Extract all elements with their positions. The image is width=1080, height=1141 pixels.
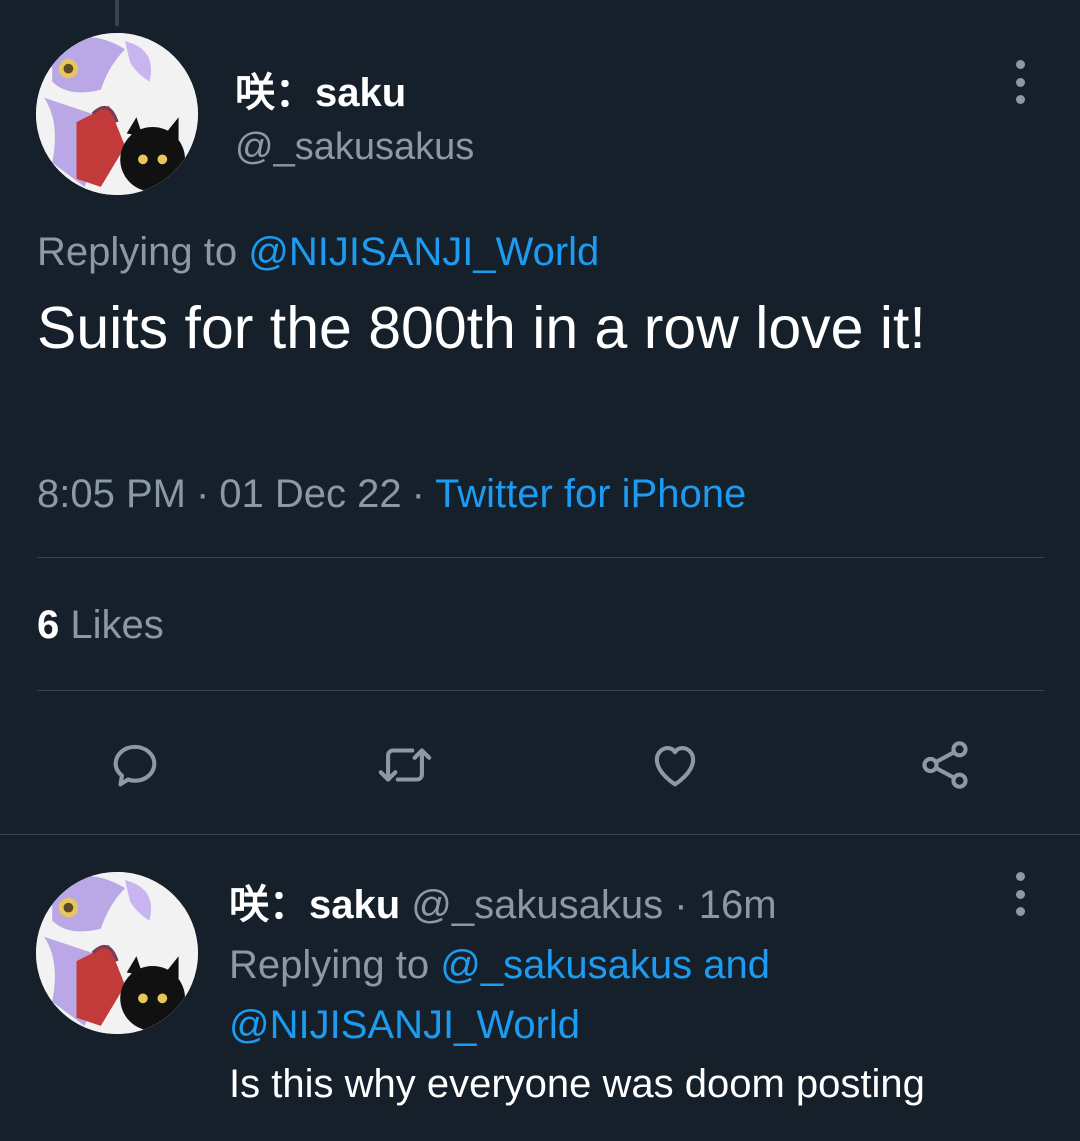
dot bbox=[1015, 907, 1025, 916]
tweet-meta: 8:05 PM · 01 Dec 22 · Twitter for iPhone bbox=[37, 472, 746, 517]
tweet-source-link[interactable]: Twitter for iPhone bbox=[435, 472, 746, 516]
replying-handle-link[interactable]: @NIJISANJI_World bbox=[248, 230, 599, 274]
likes-label: Likes bbox=[70, 603, 164, 647]
reply-avatar[interactable] bbox=[36, 872, 198, 1034]
replying-and: and bbox=[703, 943, 770, 987]
divider bbox=[37, 557, 1044, 558]
reply-handle[interactable]: @_sakusakus bbox=[411, 883, 663, 927]
reply-replying-to: Replying to @_sakusakus and @NIJISANJI_W… bbox=[229, 935, 989, 1055]
replying-handle-link[interactable]: @_sakusakus bbox=[440, 943, 692, 987]
likes-count[interactable]: 6 Likes bbox=[37, 603, 164, 648]
dot bbox=[1015, 95, 1025, 104]
reply-more-options-icon[interactable] bbox=[1010, 872, 1030, 916]
share-button[interactable] bbox=[915, 735, 975, 795]
separator: · bbox=[411, 472, 425, 516]
share-icon bbox=[922, 741, 968, 789]
dot bbox=[1015, 60, 1025, 69]
user-handle[interactable]: @_sakusakus bbox=[235, 126, 474, 169]
dot bbox=[1015, 77, 1025, 87]
replying-prefix: Replying to bbox=[37, 230, 238, 274]
replying-handle-link[interactable]: @NIJISANJI_World bbox=[229, 1003, 580, 1047]
thread-line bbox=[115, 0, 119, 26]
replying-prefix: Replying to bbox=[229, 943, 430, 987]
reply-header: 咲：saku @_sakusakus · 16m bbox=[229, 872, 777, 930]
tweet-text: Suits for the 800th in a row love it! bbox=[37, 295, 926, 361]
reply-button[interactable] bbox=[105, 735, 165, 795]
heart-icon bbox=[654, 746, 696, 787]
separator: · bbox=[674, 883, 688, 927]
reply-time[interactable]: 16m bbox=[699, 883, 777, 927]
dot bbox=[1015, 872, 1025, 881]
replying-to: Replying to @NIJISANJI_World bbox=[37, 230, 599, 275]
separator: · bbox=[195, 472, 210, 516]
reply-display-name[interactable]: 咲：saku bbox=[229, 883, 400, 927]
more-options-icon[interactable] bbox=[1010, 60, 1030, 104]
avatar[interactable] bbox=[36, 33, 198, 195]
likes-number: 6 bbox=[37, 603, 60, 647]
divider bbox=[37, 690, 1044, 691]
retweet-icon bbox=[378, 748, 432, 782]
tweet-time[interactable]: 8:05 PM bbox=[37, 472, 186, 516]
dot bbox=[1015, 889, 1025, 899]
display-name[interactable]: 咲：saku bbox=[235, 60, 406, 118]
like-button[interactable] bbox=[645, 735, 705, 795]
retweet-button[interactable] bbox=[375, 735, 435, 795]
avatar-image bbox=[36, 872, 198, 1034]
avatar-image bbox=[36, 33, 198, 195]
reply-icon bbox=[113, 744, 157, 787]
reply-text: Is this why everyone was doom posting bbox=[229, 1062, 925, 1106]
tweet-date[interactable]: 01 Dec 22 bbox=[219, 472, 401, 516]
divider bbox=[0, 834, 1080, 835]
